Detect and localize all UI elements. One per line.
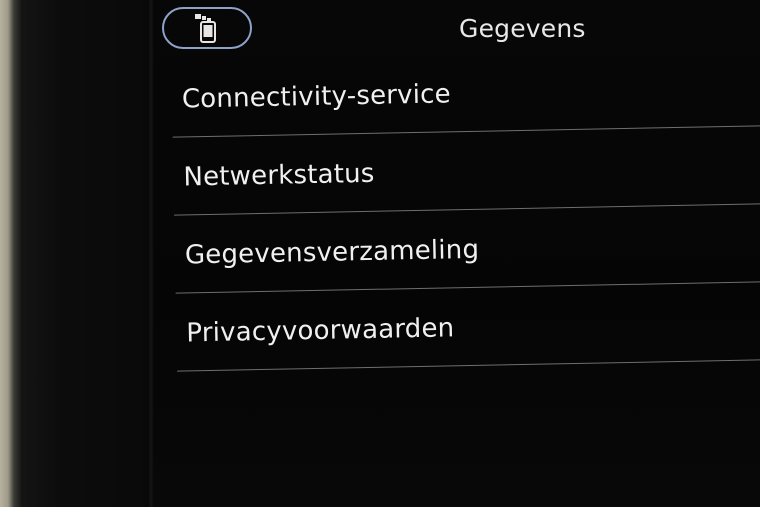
list-item-label: Connectivity-service bbox=[181, 79, 452, 115]
list-item-gegevensverzameling[interactable]: Gegevensverzameling bbox=[174, 203, 760, 294]
list-item-label: Gegevensverzameling bbox=[184, 234, 480, 271]
list-item-label: Privacyvoorwaarden bbox=[186, 313, 455, 349]
list-item-connectivity-service[interactable]: Connectivity-service bbox=[171, 47, 760, 138]
list-item-netwerkstatus[interactable]: Netwerkstatus bbox=[172, 125, 760, 216]
settings-list: Connectivity-service Netwerkstatus Gegev… bbox=[154, 0, 760, 507]
infotainment-screen: Gegevens Connectivity-service Netwerksta… bbox=[154, 0, 760, 507]
list-item-privacyvoorwaarden[interactable]: Privacyvoorwaarden bbox=[175, 281, 760, 372]
list-item-label: Netwerkstatus bbox=[183, 158, 375, 193]
